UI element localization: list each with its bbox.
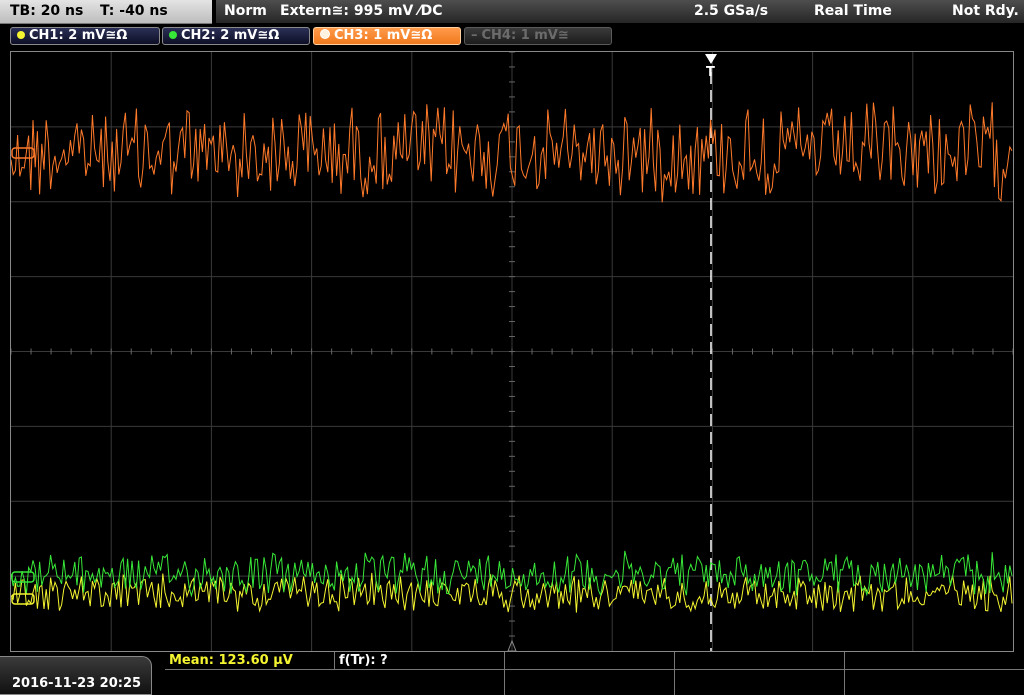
timebase-scale: TB: 20 ns bbox=[10, 3, 84, 19]
measurement-slot-4[interactable] bbox=[675, 652, 845, 670]
status-bar: Norm Extern≅: 995 mV ⁄DC 2.5 GSa/s Real … bbox=[216, 0, 1024, 23]
channel-2-dot-icon bbox=[169, 31, 177, 39]
measurement-slot-6[interactable] bbox=[165, 670, 505, 695]
mean-measurement-label: Mean: 123.60 µV bbox=[169, 653, 293, 668]
trigger-position-icon[interactable] bbox=[705, 54, 717, 64]
bottom-bar: 2016-11-23 20:25 Mean: 123.60 µV f(Tr): … bbox=[0, 652, 1024, 695]
freq-measurement[interactable]: f(Tr): ? bbox=[335, 652, 505, 670]
waveform-display[interactable]: T bbox=[10, 51, 1014, 652]
trigger-mode[interactable]: Norm bbox=[224, 3, 267, 19]
channel-3-dot-icon bbox=[320, 29, 330, 39]
channel-row: CH1: 2 mV≅Ω CH2: 2 mV≅Ω CH3: 1 mV≅Ω – CH4… bbox=[0, 27, 1024, 47]
channel-1-label: CH1: 2 mV≅Ω bbox=[29, 28, 128, 43]
timebase-box[interactable]: TB: 20 ns T: -40 ns bbox=[0, 0, 212, 24]
sample-rate: 2.5 GSa/s bbox=[694, 3, 769, 19]
measurement-slot-9[interactable] bbox=[845, 670, 1024, 695]
top-bar: TB: 20 ns T: -40 ns Norm Extern≅: 995 mV… bbox=[0, 0, 1024, 24]
channel-3-button[interactable]: CH3: 1 mV≅Ω bbox=[313, 27, 461, 45]
channel-2-button[interactable]: CH2: 2 mV≅Ω bbox=[162, 27, 310, 45]
channel-4-button[interactable]: – CH4: 1 mV≅ bbox=[464, 27, 612, 45]
measurement-slot-3[interactable] bbox=[505, 652, 675, 670]
mean-measurement[interactable]: Mean: 123.60 µV bbox=[165, 652, 335, 670]
trigger-marker-label: T bbox=[706, 65, 715, 80]
trigger-source[interactable]: Extern≅: 995 mV ⁄DC bbox=[280, 3, 442, 19]
datetime-box: 2016-11-23 20:25 bbox=[0, 656, 152, 695]
measurement-slot-7[interactable] bbox=[505, 670, 675, 695]
freq-measurement-label: f(Tr): ? bbox=[339, 653, 388, 668]
acquisition-state: Not Rdy. bbox=[952, 3, 1019, 19]
channel-3-offset-marker-icon[interactable] bbox=[11, 147, 35, 159]
channel-1-dot-icon bbox=[17, 31, 25, 39]
channel-4-label: CH4: 1 mV≅ bbox=[481, 28, 569, 43]
channel-3-label: CH3: 1 mV≅Ω bbox=[334, 28, 433, 43]
channel-4-dash-icon: – bbox=[471, 28, 478, 43]
measurement-slot-5[interactable] bbox=[845, 652, 1024, 670]
acquisition-mode: Real Time bbox=[814, 3, 892, 19]
measurement-slot-8[interactable] bbox=[675, 670, 845, 695]
trigger-offset: T: -40 ns bbox=[100, 3, 168, 19]
channel-2-label: CH2: 2 mV≅Ω bbox=[181, 28, 280, 43]
measurement-grid: Mean: 123.60 µV f(Tr): ? bbox=[165, 652, 1024, 695]
channel-1-button[interactable]: CH1: 2 mV≅Ω bbox=[10, 27, 160, 45]
datetime: 2016-11-23 20:25 bbox=[12, 676, 142, 691]
waveform-canvas: T bbox=[11, 52, 1013, 651]
